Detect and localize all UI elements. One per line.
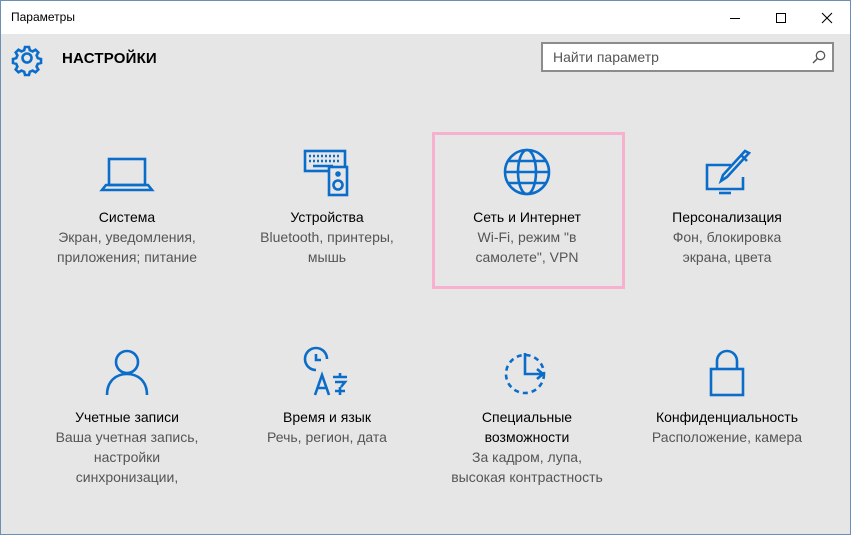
maximize-button[interactable] — [758, 1, 804, 34]
tile-desc-line: Экран, уведомления, — [58, 229, 196, 245]
tile-desc-line: приложения; питание — [57, 249, 197, 265]
tile-name-line: Специальные — [481, 409, 573, 425]
tile-name: Время и язык — [283, 409, 371, 425]
window-title: Параметры — [11, 10, 75, 24]
tile-accounts[interactable]: Учетные записи Ваша учетная запись, наст… — [31, 347, 223, 487]
paint-monitor-icon — [705, 149, 752, 195]
tile-desc-line: Фон, блокировка — [672, 229, 782, 245]
minimize-icon — [730, 17, 740, 19]
clock-language-icon — [303, 346, 348, 396]
close-button[interactable] — [804, 1, 850, 34]
person-icon — [105, 349, 149, 396]
tile-desc-line: мышь — [307, 249, 347, 265]
tile-desc-line: настройки — [93, 449, 161, 465]
tile-desc-line: экрана, цвета — [682, 249, 772, 265]
lock-icon — [709, 349, 745, 397]
tile-desc-line: За кадром, лупа, — [472, 449, 582, 465]
settings-window: Параметры НАСТРОЙКИ Сист — [0, 0, 851, 535]
gear-icon — [11, 45, 43, 77]
keyboard-speaker-icon — [303, 149, 349, 197]
tile-desc-line: Ваша учетная запись, — [55, 429, 199, 445]
title-bar: Параметры — [1, 1, 850, 34]
tile-name-line: возможности — [484, 429, 570, 445]
tile-time-language[interactable]: Время и язык Речь, регион, дата — [231, 346, 423, 447]
tile-privacy[interactable]: Конфиденциальность Расположение, камера — [631, 347, 823, 447]
tile-name: Устройства — [290, 209, 364, 225]
tile-desc-line: Bluetooth, принтеры, — [260, 229, 394, 245]
minimize-button[interactable] — [712, 1, 758, 34]
maximize-icon — [776, 12, 786, 23]
tile-desc-line: Расположение, камера — [651, 429, 803, 445]
tile-name: Учетные записи — [75, 409, 179, 425]
search-input[interactable] — [543, 44, 813, 70]
tile-personalization[interactable]: Персонализация Фон, блокировка экрана, ц… — [631, 147, 823, 267]
tile-system[interactable]: Система Экран, уведомления, приложения; … — [31, 147, 223, 267]
tile-ease-of-access[interactable]: Специальные возможности За кадром, лупа,… — [431, 347, 623, 487]
page-title: НАСТРОЙКИ — [62, 50, 157, 67]
tile-name: Конфиденциальность — [655, 409, 798, 425]
tile-desc-line: высокая контрастность — [451, 469, 603, 485]
ease-of-access-icon — [504, 353, 546, 395]
tile-devices[interactable]: Устройства Bluetooth, принтеры, мышь — [231, 147, 423, 267]
highlight-frame — [432, 132, 625, 289]
tile-desc-line: Речь, регион, дата — [267, 429, 387, 445]
tile-name: Персонализация — [672, 209, 782, 225]
search-icon[interactable] — [812, 50, 826, 64]
laptop-icon — [99, 157, 155, 192]
tile-name: Система — [98, 209, 156, 225]
tile-desc-line: синхронизации, — [75, 469, 179, 485]
close-icon — [821, 12, 833, 23]
search-box[interactable] — [541, 42, 834, 72]
